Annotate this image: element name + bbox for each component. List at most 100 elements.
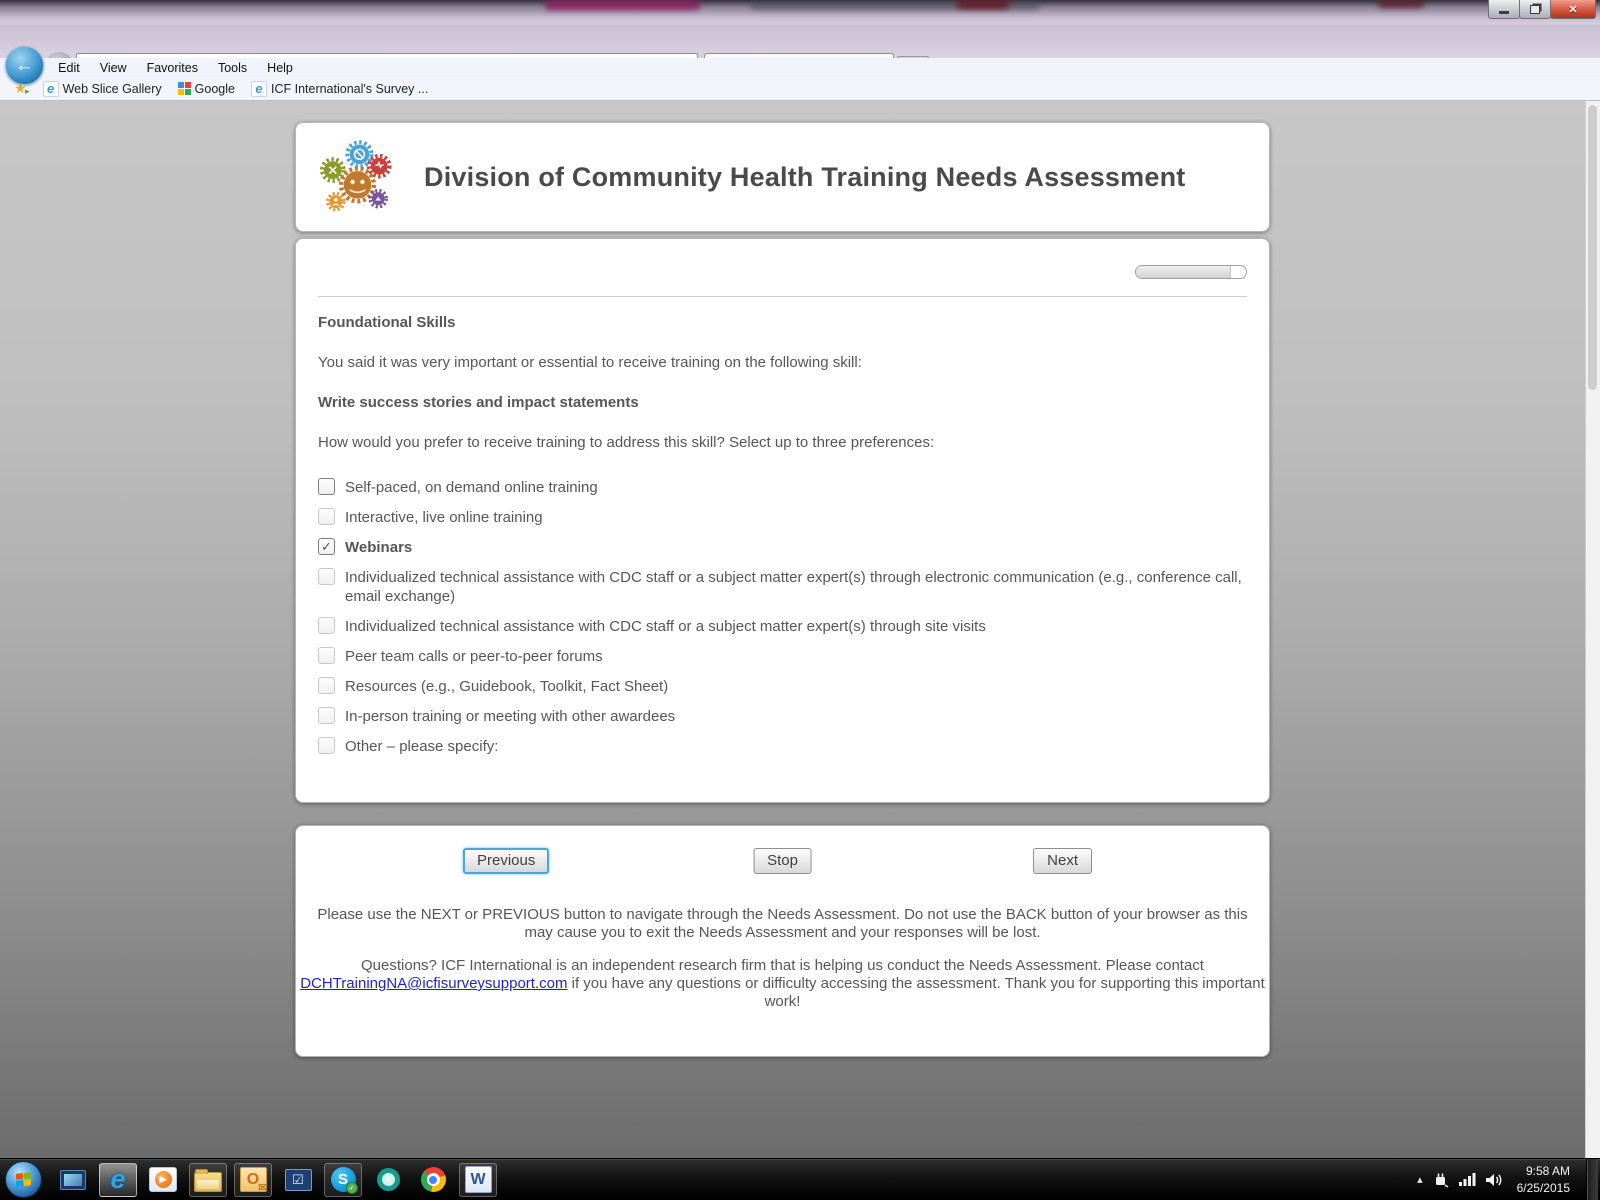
checkbox-label[interactable]: Webinars [345, 538, 412, 557]
checkbox-option[interactable]: Webinars [318, 538, 1247, 557]
folder-icon [194, 1172, 222, 1192]
contact-text: Questions? ICF International is an indep… [298, 957, 1267, 1011]
taskbar-pc-checklist-icon[interactable]: ☑ [279, 1163, 317, 1197]
checkbox[interactable] [318, 538, 335, 555]
checkbox[interactable] [318, 647, 335, 664]
window-title-bar: ✕ [0, 0, 1600, 25]
checkbox[interactable] [318, 478, 335, 495]
outlook-icon: O✉ [240, 1167, 267, 1192]
support-email-link[interactable]: DCHTrainingNA@icfisurveysupport.com [300, 975, 567, 992]
checkbox-label[interactable]: Resources (e.g., Guidebook, Toolkit, Fac… [345, 677, 668, 696]
menu-bar: File Edit View Favorites Tools Help [0, 58, 1600, 77]
hidden-icons-arrow[interactable]: ▴ [1417, 1173, 1423, 1186]
taskbar-cisco-anyconnect-icon[interactable] [369, 1163, 407, 1197]
taskbar-media-player-icon[interactable]: ▶ [144, 1163, 182, 1197]
back-button[interactable]: ← [5, 46, 44, 85]
taskbar-word-icon[interactable]: W [459, 1163, 497, 1197]
navigation-instructions: Please use the NEXT or PREVIOUS button t… [304, 906, 1261, 942]
taskbar: e ▶ O✉ ☑ S✓ W ▴ [0, 1158, 1600, 1200]
checkbox-label[interactable]: Interactive, live online training [345, 508, 543, 527]
favorites-bar: ★ e Web Slice Gallery Google e ICF Inter… [0, 77, 1600, 101]
checkbox[interactable] [318, 677, 335, 694]
question-text: How would you prefer to receive training… [318, 433, 1247, 452]
vertical-scrollbar[interactable] [1585, 101, 1600, 1158]
start-button[interactable] [5, 1161, 42, 1198]
favorite-label: ICF International's Survey ... [271, 82, 428, 96]
favorite-label: Web Slice Gallery [63, 82, 162, 96]
checkbox[interactable] [318, 737, 335, 754]
checkbox-option[interactable]: Interactive, live online training [318, 508, 1247, 527]
close-button[interactable]: ✕ [1550, 0, 1596, 19]
checkbox[interactable] [318, 617, 335, 634]
restore-button[interactable] [1519, 0, 1551, 19]
checkbox-option[interactable]: Self-paced, on demand online training [318, 478, 1247, 497]
menu-view[interactable]: View [90, 61, 137, 75]
checkbox[interactable] [318, 508, 335, 525]
menu-edit[interactable]: Edit [48, 61, 90, 75]
minimize-button[interactable] [1488, 0, 1520, 19]
system-tray: ▴ 9:58 AM 6/25/2015 [1417, 1159, 1600, 1200]
checkbox-label[interactable]: Individualized technical assistance with… [345, 568, 1247, 606]
taskbar-outlook-icon[interactable]: O✉ [234, 1163, 272, 1197]
taskbar-skype-icon[interactable]: S✓ [324, 1163, 362, 1197]
menu-help[interactable]: Help [257, 61, 303, 75]
desktops-icon [60, 1170, 86, 1190]
checkbox-label[interactable]: Individualized technical assistance with… [345, 617, 986, 636]
taskbar-clock[interactable]: 9:58 AM 6/25/2015 [1517, 1163, 1570, 1195]
windows-flag-icon [16, 1172, 31, 1187]
volume-icon[interactable] [1486, 1173, 1503, 1187]
checkbox[interactable] [318, 707, 335, 724]
checkbox-option[interactable]: Individualized technical assistance with… [318, 568, 1247, 606]
progress-bar [1135, 265, 1247, 279]
options-list: Self-paced, on demand online training In… [318, 478, 1247, 756]
network-icon[interactable] [1459, 1173, 1476, 1186]
media-player-icon: ▶ [149, 1167, 177, 1192]
checkbox-label[interactable]: Other – please specify: [345, 737, 498, 756]
word-icon: W [465, 1166, 492, 1193]
checkbox-label[interactable]: In-person training or meeting with other… [345, 707, 675, 726]
background-window-fragment [545, 0, 700, 10]
contact-text-after: if you have any questions or difficulty … [567, 975, 1264, 1010]
window-controls: ✕ [1489, 0, 1596, 19]
page-title: Division of Community Health Training Ne… [424, 162, 1185, 193]
checkbox-option[interactable]: Other – please specify: [318, 737, 1247, 756]
show-desktop-button[interactable] [1586, 1159, 1598, 1200]
favorite-icf-survey[interactable]: e ICF International's Survey ... [245, 81, 434, 97]
checkbox-option[interactable]: Individualized technical assistance with… [318, 617, 1247, 636]
page-viewport: Division of Community Health Training Ne… [0, 101, 1600, 1158]
cisco-anyconnect-icon [377, 1168, 400, 1191]
scrollbar-thumb[interactable] [1588, 105, 1597, 390]
section-title: Foundational Skills [318, 313, 1247, 332]
contact-text-before: Questions? ICF International is an indep… [361, 957, 1204, 974]
dch-gears-logo [320, 138, 394, 216]
browser-nav-row: ← → e https://www.icfsurvey.com/WebProd/… [0, 25, 1600, 58]
taskbar-internet-explorer-icon[interactable]: e [99, 1163, 137, 1197]
taskbar-desktops-icon[interactable] [54, 1163, 92, 1197]
restore-icon [1530, 5, 1540, 14]
next-button[interactable]: Next [1033, 848, 1092, 874]
menu-favorites[interactable]: Favorites [137, 61, 208, 75]
checkbox-option[interactable]: Peer team calls or peer-to-peer forums [318, 647, 1247, 666]
checkbox[interactable] [318, 568, 335, 585]
minimize-icon [1499, 11, 1509, 14]
previous-button[interactable]: Previous [463, 848, 549, 874]
survey-question-panel: Foundational Skills You said it was very… [295, 238, 1270, 803]
skill-text: Write success stories and impact stateme… [318, 393, 1247, 412]
google-icon [178, 82, 191, 95]
stop-button[interactable]: Stop [753, 848, 812, 874]
page-icon: e [43, 81, 59, 97]
checkbox-label[interactable]: Self-paced, on demand online training [345, 478, 598, 497]
divider [318, 296, 1247, 297]
power-icon[interactable] [1433, 1172, 1449, 1188]
taskbar-file-explorer-icon[interactable] [189, 1163, 227, 1197]
intro-text: You said it was very important or essent… [318, 353, 1247, 372]
checkbox-option[interactable]: Resources (e.g., Guidebook, Toolkit, Fac… [318, 677, 1247, 696]
pc-checklist-icon: ☑ [285, 1169, 312, 1191]
taskbar-chrome-icon[interactable] [414, 1163, 452, 1197]
menu-tools[interactable]: Tools [208, 61, 257, 75]
favorite-google[interactable]: Google [172, 82, 241, 96]
survey-footer-panel: Previous Stop Next Please use the NEXT o… [295, 825, 1270, 1057]
checkbox-option[interactable]: In-person training or meeting with other… [318, 707, 1247, 726]
checkbox-label[interactable]: Peer team calls or peer-to-peer forums [345, 647, 603, 666]
favorite-web-slice-gallery[interactable]: e Web Slice Gallery [37, 81, 168, 97]
